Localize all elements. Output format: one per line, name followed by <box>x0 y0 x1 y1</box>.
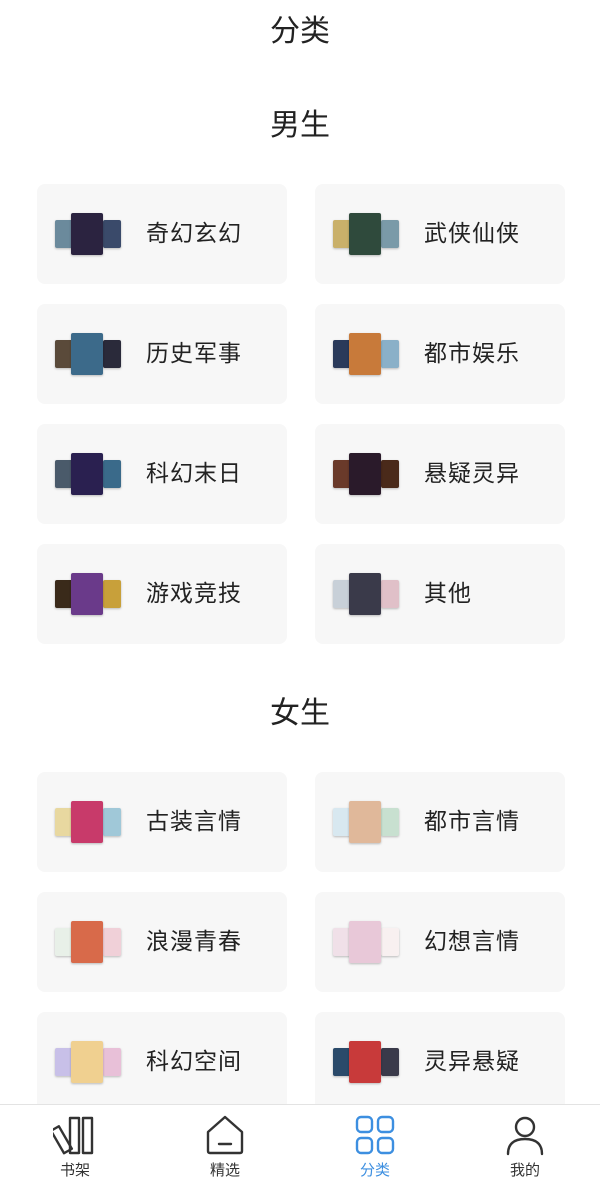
book-cover-image <box>103 928 121 956</box>
grid-icon <box>353 1113 397 1157</box>
category-card[interactable]: 游戏竞技 <box>37 544 287 644</box>
category-label: 武侠仙侠 <box>424 221 520 247</box>
bottom-tab-bar: 书架 精选 分类 我的 <box>0 1104 600 1187</box>
category-card[interactable]: 科幻空间 <box>37 1012 287 1112</box>
book-cover-image <box>71 333 103 375</box>
category-label: 都市言情 <box>424 809 520 835</box>
user-icon <box>503 1113 547 1157</box>
book-cover-image <box>381 340 399 368</box>
category-card[interactable]: 都市言情 <box>315 772 565 872</box>
book-covers <box>55 453 121 495</box>
book-cover-image <box>381 928 399 956</box>
category-grid-male: 奇幻玄幻 武侠仙侠历史军事 都市娱乐科幻末日 悬疑灵异游戏竞技 其他 <box>37 184 565 644</box>
category-card[interactable]: 灵异悬疑 <box>315 1012 565 1112</box>
section-title-female: 女生 <box>270 696 330 731</box>
category-label: 游戏竞技 <box>146 581 242 607</box>
book-cover-image <box>71 1041 103 1083</box>
book-cover-image <box>103 580 121 608</box>
category-card[interactable]: 悬疑灵异 <box>315 424 565 524</box>
category-card[interactable]: 武侠仙侠 <box>315 184 565 284</box>
book-cover-image <box>71 921 103 963</box>
book-covers <box>55 921 121 963</box>
book-cover-image <box>71 801 103 843</box>
category-label: 悬疑灵异 <box>424 461 520 487</box>
category-card[interactable]: 奇幻玄幻 <box>37 184 287 284</box>
category-label: 科幻末日 <box>146 461 242 487</box>
category-card[interactable]: 科幻末日 <box>37 424 287 524</box>
tab-label: 精选 <box>209 1161 240 1179</box>
book-covers <box>55 213 121 255</box>
category-card[interactable]: 都市娱乐 <box>315 304 565 404</box>
book-covers <box>333 213 399 255</box>
category-label: 浪漫青春 <box>146 929 242 955</box>
category-label: 古装言情 <box>146 809 242 835</box>
book-cover-image <box>103 808 121 836</box>
tab-category[interactable]: 分类 <box>300 1105 450 1187</box>
book-cover-image <box>71 573 103 615</box>
book-covers <box>55 333 121 375</box>
tab-featured[interactable]: 精选 <box>150 1105 300 1187</box>
book-cover-image <box>71 453 103 495</box>
category-card[interactable]: 浪漫青春 <box>37 892 287 992</box>
tab-profile[interactable]: 我的 <box>450 1105 600 1187</box>
book-cover-image <box>71 213 103 255</box>
book-cover-image <box>381 460 399 488</box>
category-label: 科幻空间 <box>146 1049 242 1075</box>
book-cover-image <box>381 1048 399 1076</box>
category-card[interactable]: 其他 <box>315 544 565 644</box>
book-covers <box>55 1041 121 1083</box>
book-covers <box>333 921 399 963</box>
category-card[interactable]: 历史军事 <box>37 304 287 404</box>
bookshelf-icon <box>53 1113 97 1157</box>
book-cover-image <box>103 220 121 248</box>
book-covers <box>333 453 399 495</box>
category-label: 都市娱乐 <box>424 341 520 367</box>
tab-label: 书架 <box>59 1161 90 1179</box>
tab-label: 分类 <box>359 1161 390 1179</box>
book-cover-image <box>103 1048 121 1076</box>
category-card[interactable]: 古装言情 <box>37 772 287 872</box>
book-cover-image <box>103 460 121 488</box>
book-cover-image <box>381 220 399 248</box>
category-label: 幻想言情 <box>424 929 520 955</box>
book-covers <box>55 801 121 843</box>
category-card[interactable]: 幻想言情 <box>315 892 565 992</box>
book-cover-image <box>349 213 381 255</box>
book-covers <box>333 801 399 843</box>
category-label: 历史军事 <box>146 341 242 367</box>
book-cover-image <box>349 921 381 963</box>
book-covers <box>333 573 399 615</box>
book-covers <box>55 573 121 615</box>
book-cover-image <box>103 340 121 368</box>
book-cover-image <box>349 573 381 615</box>
book-cover-image <box>349 1041 381 1083</box>
book-cover-image <box>381 808 399 836</box>
book-covers <box>333 1041 399 1083</box>
category-grid-female: 古装言情 都市言情浪漫青春 幻想言情科幻空间 灵异悬疑 <box>37 772 565 1112</box>
book-cover-image <box>349 333 381 375</box>
category-label: 其他 <box>424 581 472 607</box>
book-covers <box>333 333 399 375</box>
category-label: 灵异悬疑 <box>424 1049 520 1075</box>
category-label: 奇幻玄幻 <box>146 221 242 247</box>
book-cover-image <box>349 453 381 495</box>
book-cover-image <box>381 580 399 608</box>
tab-label: 我的 <box>509 1161 540 1179</box>
tab-bookshelf[interactable]: 书架 <box>0 1105 150 1187</box>
page-title: 分类 <box>270 14 330 49</box>
section-title-male: 男生 <box>270 108 330 143</box>
book-cover-image <box>349 801 381 843</box>
home-icon <box>203 1113 247 1157</box>
